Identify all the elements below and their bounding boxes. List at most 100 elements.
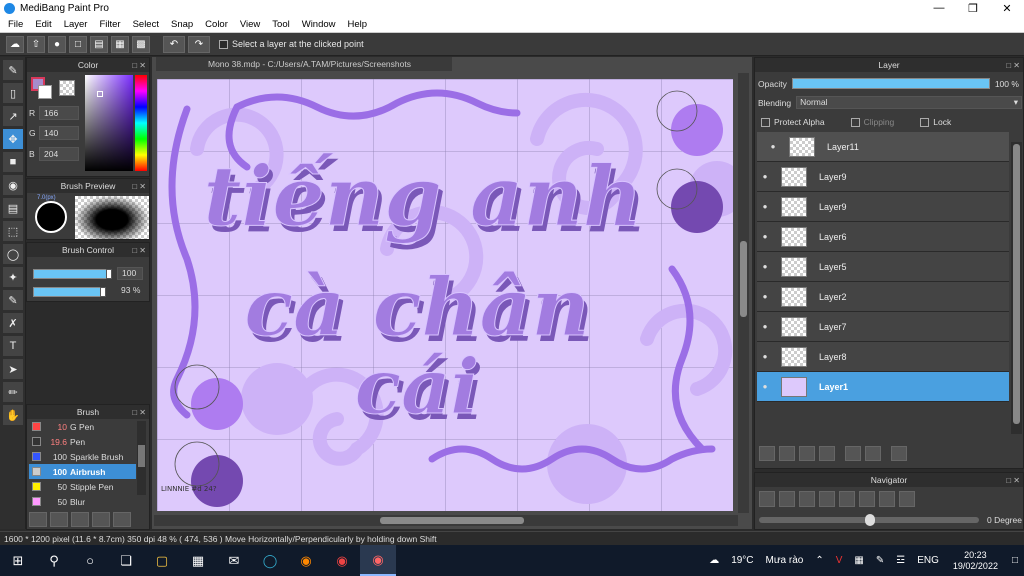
blending-select[interactable]: Normal bbox=[796, 96, 1022, 109]
weather-temp[interactable]: 19°C bbox=[731, 555, 753, 566]
clock[interactable]: 20:23 19/02/2022 bbox=[953, 550, 998, 572]
eraser-tool-icon[interactable]: ▯ bbox=[3, 83, 23, 103]
app-tray-icon[interactable]: ▦ bbox=[854, 555, 863, 566]
brush-tool-icon[interactable]: ✎ bbox=[3, 60, 23, 80]
zoom-in-icon[interactable] bbox=[759, 491, 775, 507]
new-halftone-layer-icon[interactable] bbox=[779, 446, 795, 461]
slider-knob[interactable] bbox=[100, 287, 106, 297]
checkbox[interactable] bbox=[761, 117, 770, 127]
start-icon[interactable]: ⊞ bbox=[0, 545, 36, 576]
visibility-icon[interactable]: ● bbox=[765, 142, 781, 151]
firefox-icon[interactable]: ◉ bbox=[288, 545, 324, 576]
layer-row[interactable]: ● Layer11 bbox=[757, 132, 1009, 162]
layer-row[interactable]: ● Layer7 bbox=[757, 312, 1009, 342]
document-icon[interactable]: ▤ bbox=[90, 35, 108, 53]
rotate-right-icon[interactable] bbox=[879, 491, 895, 507]
brush-settings-icon[interactable] bbox=[29, 512, 47, 527]
layer-row[interactable]: ● Layer9 bbox=[757, 162, 1009, 192]
menu-layer[interactable]: Layer bbox=[58, 19, 94, 30]
comment-icon[interactable]: ● bbox=[48, 35, 66, 53]
transparent-swatch[interactable] bbox=[59, 80, 75, 96]
eyedropper-tool-icon[interactable]: ✏ bbox=[3, 382, 23, 402]
layer-list-scrollbar[interactable] bbox=[1011, 142, 1022, 434]
scroll-thumb[interactable] bbox=[1013, 144, 1020, 424]
canvas-vertical-scrollbar[interactable] bbox=[738, 73, 749, 513]
g-input[interactable]: 140 bbox=[39, 126, 79, 140]
brush-folder-icon[interactable] bbox=[113, 512, 131, 527]
brush-item[interactable]: 19.6 Pen bbox=[29, 434, 136, 449]
vivaldi-tray-icon[interactable]: V bbox=[836, 555, 843, 566]
menu-filter[interactable]: Filter bbox=[93, 19, 126, 30]
tiles-icon[interactable]: ▩ bbox=[132, 35, 150, 53]
operation-tool-icon[interactable]: ➤ bbox=[3, 359, 23, 379]
visibility-icon[interactable]: ● bbox=[757, 262, 773, 271]
rotation-slider[interactable] bbox=[759, 514, 979, 526]
select-pen-icon[interactable]: ✎ bbox=[3, 290, 23, 310]
reset-view-icon[interactable] bbox=[859, 491, 875, 507]
duplicate-layer-icon[interactable] bbox=[845, 446, 861, 461]
brush-list-scrollbar[interactable] bbox=[137, 421, 146, 495]
scroll-thumb[interactable] bbox=[138, 445, 145, 467]
flip-icon[interactable] bbox=[899, 491, 915, 507]
zoom-in-small-icon[interactable] bbox=[779, 491, 795, 507]
edge-icon[interactable]: ◯ bbox=[252, 545, 288, 576]
grid-icon[interactable]: ▦ bbox=[111, 35, 129, 53]
layer-row[interactable]: ● Layer2 bbox=[757, 282, 1009, 312]
gradient-tool-icon[interactable]: ▤ bbox=[3, 198, 23, 218]
move-tool-icon[interactable]: ✥ bbox=[3, 129, 23, 149]
brush-size-value[interactable]: 100 bbox=[117, 267, 143, 280]
file-explorer-icon[interactable]: ▢ bbox=[144, 545, 180, 576]
chrome-icon[interactable]: ◉ bbox=[324, 545, 360, 576]
drawing-canvas[interactable]: tiếng anh tiếng anh cà chân cà chân cái … bbox=[157, 79, 733, 511]
menu-color[interactable]: Color bbox=[199, 19, 234, 30]
select-eraser-icon[interactable]: ✗ bbox=[3, 313, 23, 333]
lock-option[interactable]: Lock bbox=[920, 117, 951, 127]
mail-icon[interactable]: ✉ bbox=[216, 545, 252, 576]
lasso-tool-icon[interactable]: ◯ bbox=[3, 244, 23, 264]
visibility-icon[interactable]: ● bbox=[757, 382, 773, 391]
search-icon[interactable]: ⚲ bbox=[36, 545, 72, 576]
tray-expand-icon[interactable]: ⌃ bbox=[815, 555, 823, 566]
canvas-horizontal-scrollbar[interactable] bbox=[154, 515, 738, 526]
brush-opacity-slider[interactable] bbox=[33, 287, 106, 297]
opacity-slider[interactable] bbox=[791, 78, 990, 89]
upload-icon[interactable]: ⇧ bbox=[27, 35, 45, 53]
visibility-icon[interactable]: ● bbox=[757, 292, 773, 301]
menu-select[interactable]: Select bbox=[127, 19, 165, 30]
brush-item[interactable]: 10 G Pen bbox=[29, 419, 136, 434]
copy-brush-icon[interactable] bbox=[92, 512, 110, 527]
brush-item[interactable]: 100 Sparkle Brush bbox=[29, 449, 136, 464]
bucket-tool-icon[interactable]: ◉ bbox=[3, 175, 23, 195]
dot-tool-icon[interactable]: ↗ bbox=[3, 106, 23, 126]
layer-row[interactable]: ● Layer5 bbox=[757, 252, 1009, 282]
panel-close-icon[interactable]: □ ✕ bbox=[1006, 476, 1020, 485]
add-brush-icon[interactable] bbox=[71, 512, 89, 527]
layer-row[interactable]: ● Layer6 bbox=[757, 222, 1009, 252]
brush-size-slider[interactable] bbox=[33, 269, 112, 279]
new-8bit-layer-icon[interactable] bbox=[799, 446, 815, 461]
message-icon[interactable]: □ bbox=[69, 35, 87, 53]
notifications-icon[interactable]: □ bbox=[1012, 555, 1018, 566]
panel-close-icon[interactable]: □ ✕ bbox=[132, 61, 146, 70]
cloud-icon[interactable]: ☁ bbox=[6, 35, 24, 53]
menu-snap[interactable]: Snap bbox=[165, 19, 199, 30]
visibility-icon[interactable]: ● bbox=[757, 232, 773, 241]
scroll-thumb[interactable] bbox=[740, 241, 747, 317]
new-brush-icon[interactable] bbox=[50, 512, 68, 527]
menu-file[interactable]: File bbox=[2, 19, 29, 30]
medibang-taskbar-icon[interactable]: ◉ bbox=[360, 545, 396, 576]
menu-view[interactable]: View bbox=[234, 19, 266, 30]
weather-icon[interactable]: ☁ bbox=[709, 555, 719, 566]
panel-close-icon[interactable]: □ ✕ bbox=[132, 246, 146, 255]
scroll-thumb[interactable] bbox=[380, 517, 524, 524]
minimize-icon[interactable]: — bbox=[922, 2, 956, 15]
select-tool-icon[interactable]: ⬚ bbox=[3, 221, 23, 241]
delete-layer-icon[interactable] bbox=[891, 446, 907, 461]
sv-cursor[interactable] bbox=[97, 91, 103, 97]
merge-layer-icon[interactable] bbox=[865, 446, 881, 461]
fit-window-icon[interactable] bbox=[799, 491, 815, 507]
fill-rect-tool-icon[interactable]: ■ bbox=[3, 152, 23, 172]
store-icon[interactable]: ▦ bbox=[180, 545, 216, 576]
slider-knob[interactable] bbox=[865, 514, 875, 526]
visibility-icon[interactable]: ● bbox=[757, 172, 773, 181]
